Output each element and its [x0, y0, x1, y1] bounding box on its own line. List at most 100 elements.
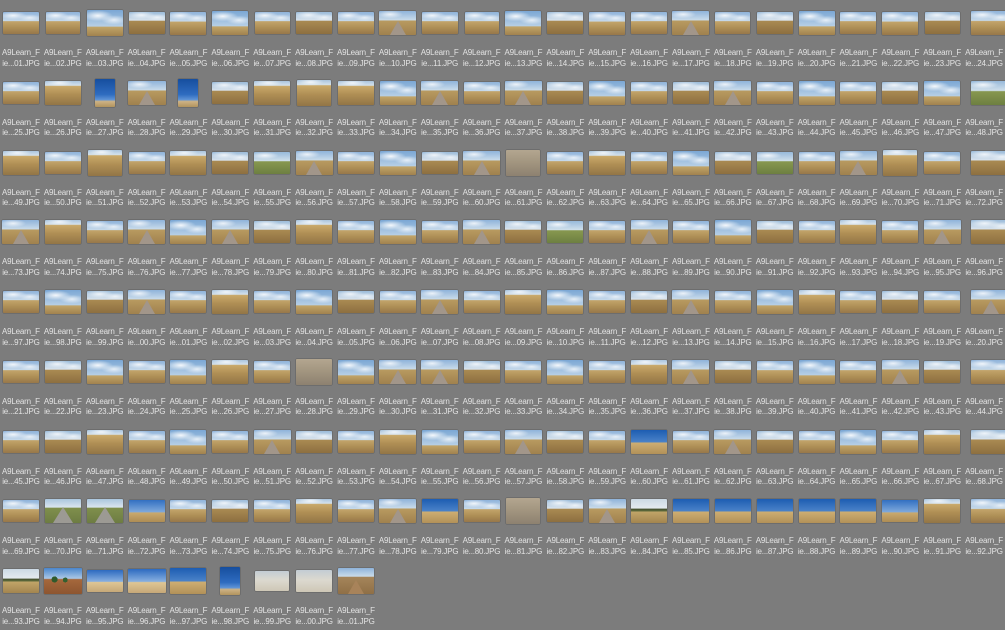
file-item[interactable]: A9Learn_F ie...32.JPG	[461, 351, 503, 421]
file-thumbnail[interactable]	[170, 359, 207, 384]
file-item[interactable]: A9Learn_F ie...16.JPG	[628, 2, 670, 72]
file-thumbnail[interactable]	[589, 221, 626, 244]
file-thumbnail[interactable]	[44, 430, 81, 453]
file-item[interactable]: A9Learn_F ie...59.JPG	[586, 421, 628, 491]
file-thumbnail[interactable]	[547, 151, 584, 174]
file-thumbnail[interactable]	[337, 80, 374, 105]
file-thumbnail[interactable]	[589, 360, 626, 383]
file-item[interactable]: A9Learn_F ie...86.JPG	[544, 211, 586, 281]
file-thumbnail[interactable]	[924, 360, 961, 383]
file-thumbnail[interactable]	[756, 12, 793, 34]
file-thumbnail[interactable]	[547, 221, 584, 244]
file-thumbnail[interactable]	[212, 359, 249, 384]
file-thumbnail[interactable]	[714, 429, 752, 454]
file-thumbnail[interactable]	[971, 80, 1005, 105]
file-thumbnail[interactable]	[631, 359, 668, 384]
file-item[interactable]: A9Learn_F ie...11.JPG	[586, 281, 628, 351]
file-item[interactable]: A9Learn_F ie...45.JPG	[0, 421, 42, 491]
file-item[interactable]: A9Learn_F ie...13.JPG	[503, 2, 545, 72]
file-thumbnail[interactable]	[924, 80, 961, 105]
file-item[interactable]: A9Learn_F ie...02.JPG	[209, 281, 251, 351]
file-item[interactable]: A9Learn_F ie...08.JPG	[461, 281, 503, 351]
file-item[interactable]: A9Learn_F ie...97.JPG	[168, 560, 210, 630]
file-item[interactable]: A9Learn_F ie...88.JPG	[796, 490, 838, 560]
file-thumbnail[interactable]	[714, 220, 751, 245]
file-item[interactable]: A9Learn_F ie...75.JPG	[84, 211, 126, 281]
file-thumbnail[interactable]	[840, 220, 877, 245]
file-item[interactable]: A9Learn_F ie...90.JPG	[712, 211, 754, 281]
file-item[interactable]: A9Learn_F ie...67.JPG	[754, 142, 796, 212]
file-item[interactable]: A9Learn_F ie...40.JPG	[628, 72, 670, 142]
file-thumbnail[interactable]	[212, 290, 249, 315]
file-thumbnail[interactable]	[255, 571, 290, 592]
file-item[interactable]: A9Learn_F ie...93.JPG	[0, 560, 42, 630]
file-thumbnail[interactable]	[421, 359, 459, 384]
file-thumbnail[interactable]	[128, 220, 166, 245]
file-item[interactable]: A9Learn_F ie...18.JPG	[879, 281, 921, 351]
file-item[interactable]: A9Learn_F ie...03.JPG	[84, 2, 126, 72]
file-item[interactable]: A9Learn_F ie...93.JPG	[838, 211, 880, 281]
file-thumbnail[interactable]	[254, 500, 291, 523]
file-item[interactable]: A9Learn_F ie...81.JPG	[503, 490, 545, 560]
file-thumbnail[interactable]	[128, 360, 165, 383]
file-item[interactable]: A9Learn_F ie...68.JPG	[963, 421, 1005, 491]
file-item[interactable]: A9Learn_F ie...98.JPG	[209, 560, 251, 630]
file-item[interactable]: A9Learn_F ie...22.JPG	[879, 2, 921, 72]
file-thumbnail[interactable]	[86, 359, 123, 384]
file-item[interactable]: A9Learn_F ie...70.JPG	[42, 490, 84, 560]
file-item[interactable]: A9Learn_F ie...70.JPG	[879, 142, 921, 212]
file-thumbnail[interactable]	[672, 430, 709, 453]
file-item[interactable]: A9Learn_F ie...95.JPG	[84, 560, 126, 630]
file-thumbnail[interactable]	[714, 499, 751, 524]
file-item[interactable]: A9Learn_F ie...90.JPG	[879, 490, 921, 560]
file-thumbnail[interactable]	[756, 430, 793, 453]
file-thumbnail[interactable]	[212, 500, 249, 523]
file-item[interactable]: A9Learn_F ie...06.JPG	[209, 2, 251, 72]
file-thumbnail[interactable]	[86, 10, 123, 36]
file-thumbnail[interactable]	[971, 499, 1005, 524]
file-item[interactable]: A9Learn_F ie...97.JPG	[0, 281, 42, 351]
file-item[interactable]: A9Learn_F ie...46.JPG	[42, 421, 84, 491]
file-thumbnail[interactable]	[211, 220, 249, 245]
file-thumbnail[interactable]	[631, 151, 668, 174]
file-item[interactable]: A9Learn_F ie...60.JPG	[628, 421, 670, 491]
file-thumbnail[interactable]	[128, 430, 165, 453]
file-item[interactable]: A9Learn_F ie...57.JPG	[335, 142, 377, 212]
file-thumbnail[interactable]	[44, 220, 81, 245]
file-thumbnail[interactable]	[756, 290, 793, 315]
file-thumbnail[interactable]	[2, 500, 39, 523]
file-item[interactable]: A9Learn_F ie...21.JPG	[838, 2, 880, 72]
file-item[interactable]: A9Learn_F ie...28.JPG	[126, 72, 168, 142]
file-item[interactable]: A9Learn_F ie...10.JPG	[377, 2, 419, 72]
file-item[interactable]: A9Learn_F ie...01.JPG	[335, 560, 377, 630]
file-item[interactable]: A9Learn_F ie...19.JPG	[754, 2, 796, 72]
file-thumbnail[interactable]	[971, 429, 1005, 454]
file-item[interactable]: A9Learn_F ie...05.JPG	[335, 281, 377, 351]
file-thumbnail[interactable]	[170, 291, 207, 314]
file-thumbnail[interactable]	[2, 150, 39, 175]
file-item[interactable]: A9Learn_F ie...56.JPG	[461, 421, 503, 491]
file-item[interactable]: A9Learn_F ie...24.JPG	[126, 351, 168, 421]
file-item[interactable]: A9Learn_F ie...14.JPG	[544, 2, 586, 72]
file-thumbnail[interactable]	[128, 12, 165, 34]
file-thumbnail[interactable]	[672, 11, 710, 35]
file-item[interactable]: A9Learn_F ie...43.JPG	[754, 72, 796, 142]
file-thumbnail[interactable]	[170, 11, 207, 35]
file-thumbnail[interactable]	[86, 570, 123, 593]
file-thumbnail[interactable]	[798, 11, 835, 35]
file-item[interactable]: A9Learn_F ie...91.JPG	[754, 211, 796, 281]
file-item[interactable]: A9Learn_F ie...76.JPG	[293, 490, 335, 560]
file-thumbnail[interactable]	[756, 81, 793, 104]
file-thumbnail[interactable]	[421, 151, 458, 174]
file-thumbnail[interactable]	[337, 12, 374, 34]
file-thumbnail[interactable]	[589, 80, 626, 105]
file-thumbnail[interactable]	[756, 360, 793, 383]
file-thumbnail[interactable]	[798, 221, 835, 244]
file-item[interactable]: A9Learn_F ie...80.JPG	[461, 490, 503, 560]
file-item[interactable]: A9Learn_F ie...55.JPG	[251, 142, 293, 212]
file-thumbnail[interactable]	[547, 12, 584, 34]
file-item[interactable]: A9Learn_F ie...21.JPG	[0, 351, 42, 421]
file-thumbnail[interactable]	[505, 290, 542, 315]
file-item[interactable]: A9Learn_F ie...51.JPG	[251, 421, 293, 491]
file-thumbnail[interactable]	[798, 430, 835, 453]
